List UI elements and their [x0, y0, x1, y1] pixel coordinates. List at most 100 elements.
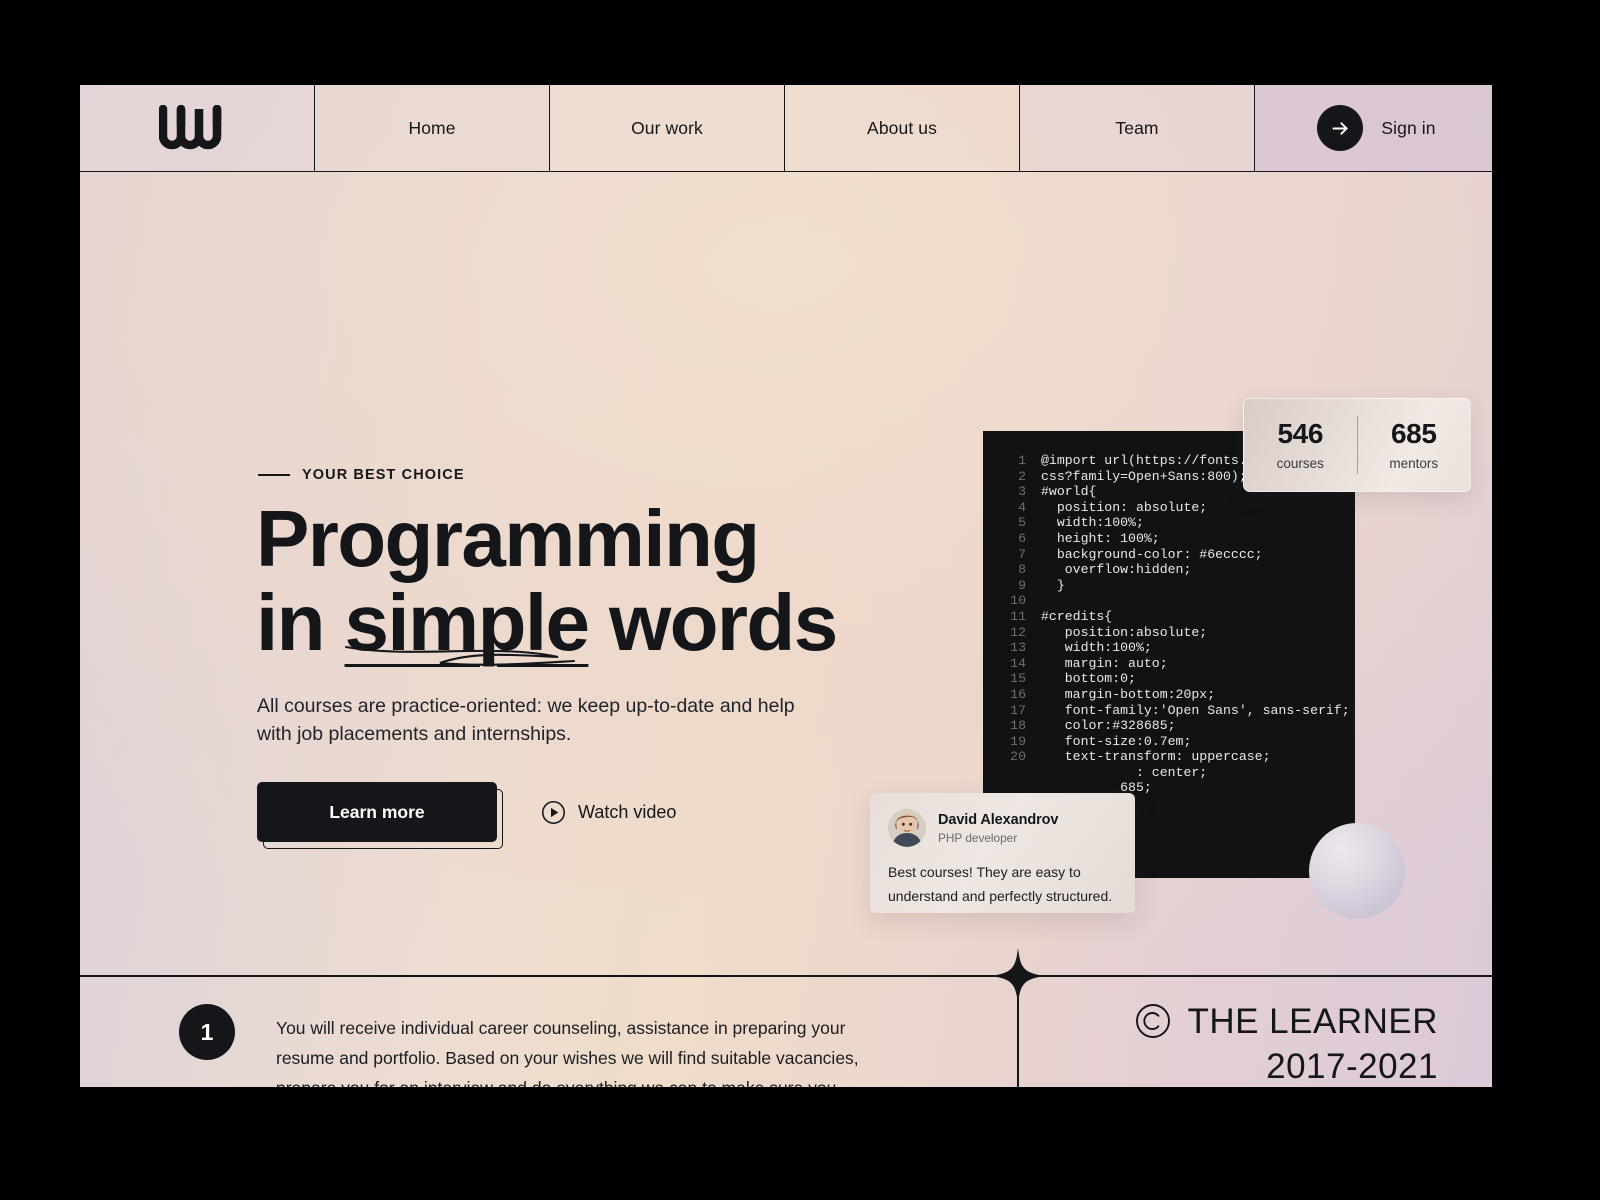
- code-line: 17 font-family:'Open Sans', sans-serif;: [983, 703, 1355, 719]
- code-line-number: 18: [1010, 718, 1026, 734]
- stats-card: 546 courses 685 mentors: [1243, 398, 1471, 492]
- stat-courses-label: courses: [1276, 455, 1324, 471]
- footer-divider: [80, 975, 1492, 977]
- footer-brand: THE LEARNER 2017-2021: [1108, 1003, 1438, 1084]
- logo-cell[interactable]: [80, 85, 315, 171]
- code-line-number: 11: [1010, 608, 1026, 624]
- eyebrow-dash: [258, 474, 290, 476]
- stat-courses: 546 courses: [1244, 417, 1357, 471]
- code-line-number: 3: [1018, 484, 1026, 500]
- code-line-number: 13: [1010, 640, 1026, 656]
- code-line-number: 2: [1018, 468, 1026, 484]
- code-line-number: 6: [1018, 530, 1026, 546]
- footer-brand-row: THE LEARNER: [1108, 1003, 1438, 1039]
- stat-mentors-label: mentors: [1389, 455, 1439, 471]
- code-line-text: bottom:0;: [1041, 671, 1136, 687]
- watch-video-label: Watch video: [578, 801, 677, 822]
- decorative-sphere: [1309, 823, 1405, 919]
- code-line-number: 17: [1010, 702, 1026, 718]
- footer-brand-years: 2017-2021: [1266, 1047, 1438, 1086]
- learn-more-button[interactable]: Learn more: [257, 782, 497, 842]
- headline-line-1: Programming: [256, 494, 760, 583]
- code-line-number: 19: [1010, 733, 1026, 749]
- code-line-text: #credits{: [1041, 608, 1113, 624]
- watch-video-button[interactable]: Watch video: [541, 800, 676, 825]
- code-line-text: #world{: [1041, 484, 1097, 500]
- stat-mentors: 685 mentors: [1358, 419, 1471, 471]
- code-lines: 1 @import url(https://fonts.g 2 css?family=…: [983, 453, 1355, 796]
- cta-row: Learn more Watch video: [257, 782, 676, 849]
- nav-item-home-label: Home: [408, 117, 456, 138]
- code-line: 7 background-color: #6ecccc;: [983, 547, 1355, 563]
- code-line: 9 }: [983, 578, 1355, 594]
- code-line-text: margin-bottom:20px;: [1041, 686, 1216, 702]
- stat-courses-value: 546: [1277, 417, 1324, 449]
- code-line-text: overflow:hidden;: [1041, 562, 1192, 578]
- top-navigation-bar: Home Our work About us Team Sign in: [80, 85, 1492, 172]
- page-title: Programming in simple words: [256, 494, 956, 667]
- headline-emphasis-word: simple: [344, 578, 590, 667]
- headline-line-2-post: words: [588, 578, 838, 667]
- code-line-number: 8: [1018, 562, 1026, 578]
- testimonial-card: David Alexandrov PHP developer Best cour…: [870, 793, 1135, 913]
- hero-subtext: All courses are practice-oriented: we ke…: [257, 695, 795, 745]
- code-line: 8 overflow:hidden;: [983, 562, 1355, 578]
- code-line-text: font-family:'Open Sans', sans-serif;: [1041, 702, 1350, 718]
- code-line-number: 9: [1018, 577, 1026, 593]
- code-line: 10: [983, 593, 1355, 609]
- sign-in-button[interactable]: Sign in: [1255, 85, 1492, 171]
- nav-item-about-us[interactable]: About us: [785, 85, 1020, 171]
- nav-item-team[interactable]: Team: [1020, 85, 1255, 171]
- code-line-number: 14: [1010, 655, 1026, 671]
- arrow-right-icon: [1317, 105, 1364, 151]
- code-line-number: 12: [1010, 624, 1026, 640]
- code-line-text: width:100%;: [1041, 640, 1152, 656]
- code-line: : center;: [983, 765, 1355, 781]
- code-line: 14 margin: auto;: [983, 656, 1355, 672]
- nav-item-team-label: Team: [1115, 117, 1159, 138]
- code-line: 5 width:100%;: [983, 515, 1355, 531]
- nav-item-our-work[interactable]: Our work: [550, 85, 785, 171]
- landing-page: Home Our work About us Team Sign in YOUR…: [80, 85, 1492, 1087]
- nav-item-home[interactable]: Home: [315, 85, 550, 171]
- play-circle-icon: [541, 800, 566, 824]
- code-line: 18 color:#328685;: [983, 718, 1355, 734]
- code-line-text: background-color: #6ecccc;: [1041, 546, 1263, 562]
- code-line: 15 bottom:0;: [983, 671, 1355, 687]
- testimonial-identity: David Alexandrov PHP developer: [938, 812, 1058, 845]
- code-line: 16 margin-bottom:20px;: [983, 687, 1355, 703]
- code-line-text: : center;: [1041, 764, 1208, 780]
- wavy-w-logo-icon: [159, 105, 222, 150]
- code-line-number: 20: [1010, 749, 1026, 765]
- avatar: [888, 809, 926, 847]
- code-line-text: position:absolute;: [1041, 624, 1208, 640]
- headline-line-2-pre: in: [256, 578, 345, 667]
- code-line-text: css?family=Open+Sans:800);: [1041, 468, 1247, 484]
- code-line-number: 7: [1018, 546, 1026, 562]
- footer-description: You will receive individual career couns…: [276, 1018, 859, 1087]
- code-line: 4 position: absolute;: [983, 500, 1355, 516]
- code-line-number: 5: [1018, 515, 1026, 531]
- code-line: 6 height: 100%;: [983, 531, 1355, 547]
- testimonial-author-role: PHP developer: [938, 830, 1018, 845]
- code-line-number: 16: [1010, 686, 1026, 702]
- nav-item-about-us-label: About us: [867, 117, 937, 138]
- code-line-text: position: absolute;: [1041, 499, 1208, 515]
- code-line-number: 15: [1010, 671, 1026, 687]
- code-line: 12 position:absolute;: [983, 625, 1355, 641]
- code-line-number: 10: [1010, 593, 1026, 609]
- sign-in-label: Sign in: [1381, 117, 1436, 138]
- four-point-star-icon: [990, 948, 1046, 1004]
- code-line-text: text-transform: uppercase;: [1041, 749, 1271, 765]
- testimonial-author-name: David Alexandrov: [938, 811, 1059, 828]
- code-line-text: font-size:0.7em;: [1041, 733, 1192, 749]
- nav-item-our-work-label: Our work: [631, 117, 703, 138]
- code-line-text: color:#328685;: [1041, 718, 1176, 734]
- code-line: 13 width:100%;: [983, 640, 1355, 656]
- copyright-icon: [1136, 1004, 1171, 1038]
- code-line-number: [983, 765, 1041, 781]
- eyebrow-label: YOUR BEST CHOICE: [302, 467, 465, 483]
- footer-brand-name: THE LEARNER: [1187, 1001, 1438, 1041]
- eyebrow: YOUR BEST CHOICE: [258, 467, 465, 483]
- code-line-number: 4: [1018, 499, 1026, 515]
